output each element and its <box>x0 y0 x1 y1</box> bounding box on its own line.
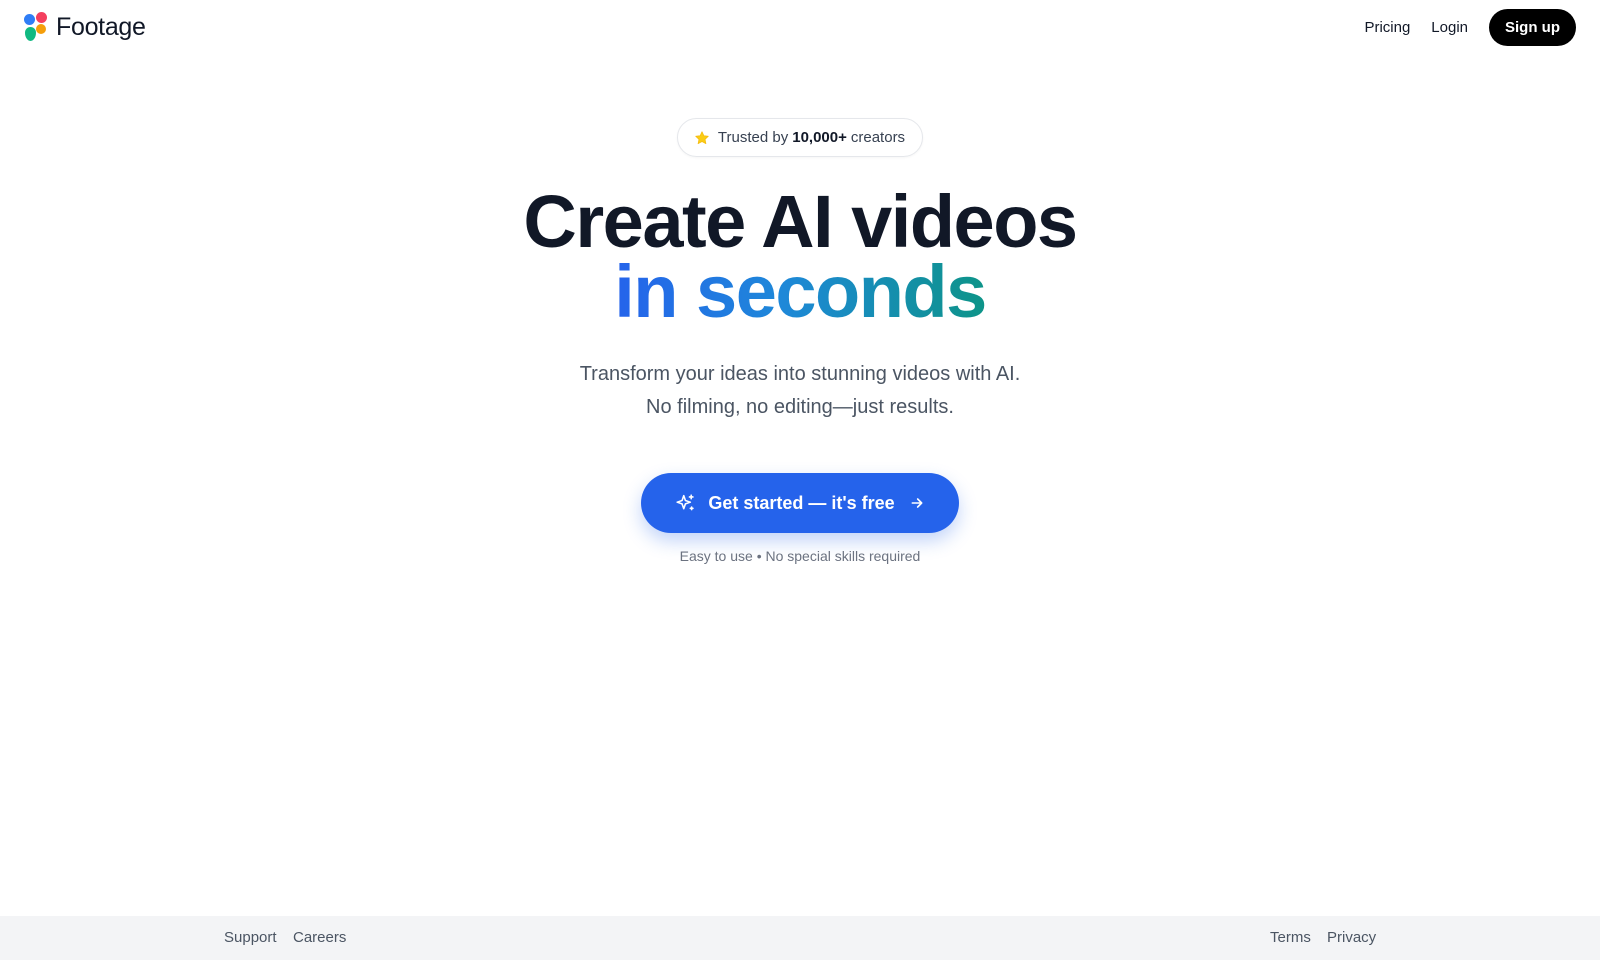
subtitle-line-2: No filming, no editing—just results. <box>646 396 954 418</box>
cta-note: Easy to use • No special skills required <box>679 548 921 564</box>
nav-login-link[interactable]: Login <box>1431 19 1468 36</box>
trusted-prefix: Trusted by <box>717 129 789 146</box>
four-dot-logo-icon <box>24 12 48 42</box>
get-started-button[interactable]: Get started — it's free <box>641 473 959 533</box>
trusted-count: 10,000+ <box>792 129 847 146</box>
footer-privacy-link[interactable]: Privacy <box>1327 929 1376 946</box>
footer-terms-link[interactable]: Terms <box>1270 929 1311 946</box>
nav-pricing-link[interactable]: Pricing <box>1364 19 1410 36</box>
footer-support-link[interactable]: Support <box>224 929 277 946</box>
get-started-label: Get started — it's free <box>708 492 895 513</box>
headline-line-1: Create AI videos <box>523 180 1078 263</box>
hero-subtitle: Transform your ideas into stunning video… <box>0 358 1600 424</box>
brand-logo-link[interactable]: Footage <box>24 12 146 42</box>
footer-careers-link[interactable]: Careers <box>293 929 346 946</box>
signup-button[interactable]: Sign up <box>1489 9 1576 46</box>
star-icon <box>695 130 709 144</box>
subtitle-line-1: Transform your ideas into stunning video… <box>579 363 1021 385</box>
brand-name: Footage <box>56 12 146 41</box>
sparkle-icon <box>676 493 695 510</box>
site-header: Footage Pricing Login Sign up <box>0 0 1600 56</box>
hero-section: Trusted by 10,000+ creators Create AI vi… <box>0 118 1600 564</box>
trusted-badge: Trusted by 10,000+ creators <box>676 118 924 157</box>
headline-line-2: in seconds <box>614 250 987 333</box>
site-footer: Support Careers Terms Privacy <box>0 916 1600 960</box>
trusted-suffix: creators <box>850 129 906 146</box>
top-nav: Pricing Login Sign up <box>1364 9 1576 46</box>
arrow-right-icon <box>911 498 923 508</box>
hero-headline: Create AI videos in seconds <box>0 180 1600 333</box>
